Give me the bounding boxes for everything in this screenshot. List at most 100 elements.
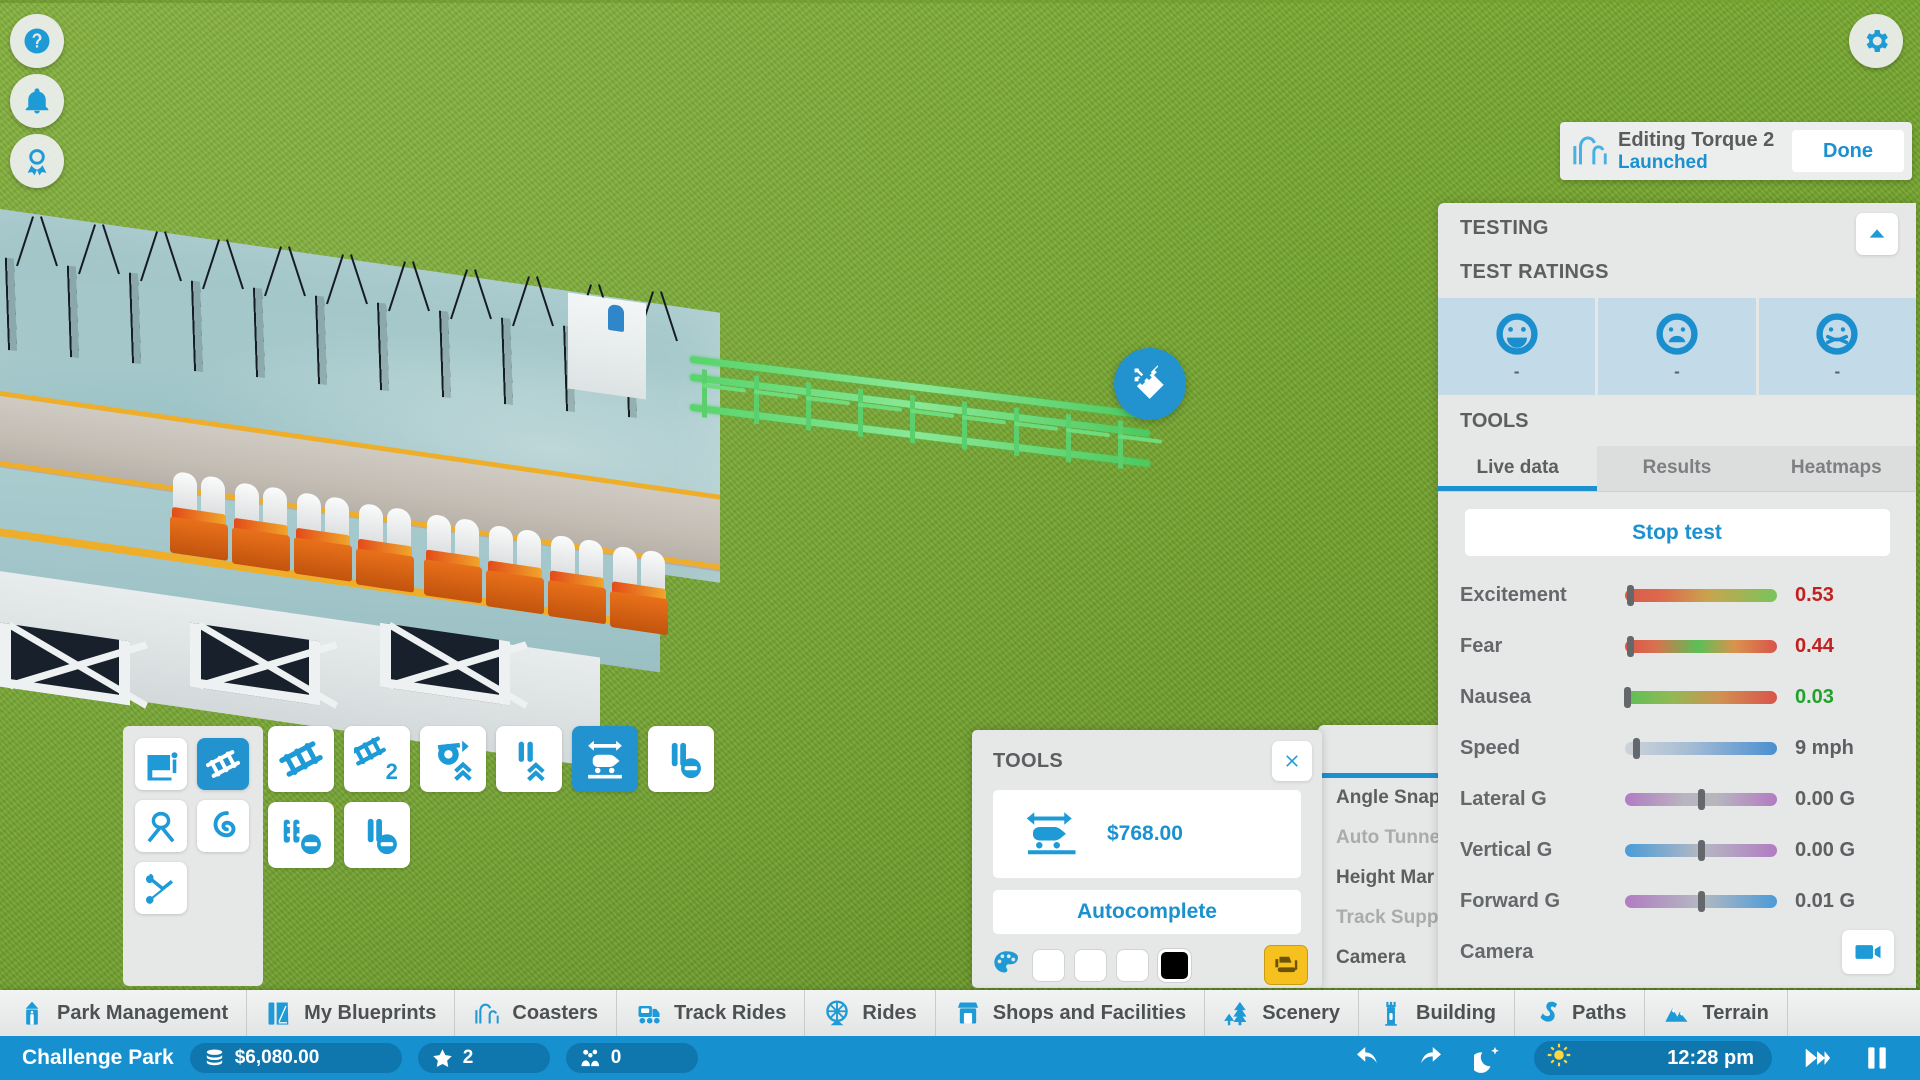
nav-coasters[interactable]: Coasters	[455, 990, 618, 1036]
smiley-nausea-icon	[1816, 312, 1858, 355]
day-night-toggle[interactable]	[1474, 1043, 1504, 1073]
station-tool[interactable]	[135, 738, 187, 790]
track-tool[interactable]	[197, 738, 249, 790]
nav-terrain[interactable]: Terrain	[1645, 990, 1788, 1036]
track-tool-palette[interactable]	[123, 726, 263, 986]
time-control[interactable]: 12:28 pm	[1534, 1041, 1772, 1075]
settings-button[interactable]	[1849, 14, 1903, 68]
nav-paths[interactable]: Paths	[1515, 990, 1646, 1036]
track-piece-2-button[interactable]: 2	[344, 726, 410, 792]
redo-icon	[1421, 1047, 1441, 1064]
status-bar[interactable]: Challenge Park $6,080.00 2 0 12:28 pm	[0, 1036, 1920, 1080]
metric-label: Speed	[1460, 737, 1521, 759]
testing-tabs[interactable]: Live data Results Heatmaps	[1438, 446, 1916, 491]
moon-star-icon	[1474, 1047, 1499, 1073]
nav-shops-and-facilities[interactable]: Shops and Facilities	[936, 990, 1206, 1036]
scissor-tool[interactable]	[135, 862, 187, 914]
color-swatch-row[interactable]	[972, 934, 1322, 985]
bulldoze-button[interactable]	[1264, 945, 1308, 985]
done-button[interactable]: Done	[1792, 130, 1904, 172]
undo-button[interactable]	[1354, 1043, 1384, 1073]
track-piece-palette[interactable]: 2	[268, 726, 928, 868]
launch-track-icon	[1026, 812, 1076, 855]
tab-live-data[interactable]: Live data	[1438, 446, 1598, 491]
brakes-minus-button[interactable]	[648, 726, 714, 792]
tab-results[interactable]: Results	[1597, 446, 1757, 491]
nav-track-rides[interactable]: Track Rides	[617, 990, 806, 1036]
station-booth	[568, 292, 646, 400]
helix-tool[interactable]	[197, 800, 249, 852]
metric-lateral-g: Lateral G 0.00 G	[1460, 774, 1894, 825]
loop-tool[interactable]	[135, 800, 187, 852]
metric-label: Excitement	[1460, 584, 1567, 606]
palette-button[interactable]	[990, 948, 1023, 983]
metric-label: Fear	[1460, 635, 1503, 657]
tabs-divider	[1438, 491, 1916, 492]
launch-track-icon	[588, 740, 622, 779]
nav-park-management[interactable]: Park Management	[0, 990, 248, 1036]
nav-scenery[interactable]: Scenery	[1205, 990, 1360, 1036]
nav-rides[interactable]: Rides	[805, 990, 936, 1036]
metric-knob	[1698, 840, 1705, 861]
park-name: Challenge Park	[22, 1046, 174, 1069]
tools-popup[interactable]: TOOLS $768.00 Autocomplete	[972, 730, 1322, 988]
award-icon	[27, 149, 47, 176]
brakes-up-button[interactable]	[496, 726, 562, 792]
color-swatch-2[interactable]	[1116, 948, 1149, 982]
train-car	[170, 470, 230, 562]
piece-price: $768.00	[1107, 822, 1183, 845]
metric-value: 9 mph	[1795, 737, 1854, 759]
guests-indicator[interactable]: 0	[565, 1043, 698, 1073]
stop-test-button[interactable]: Stop test	[1464, 509, 1890, 556]
nav-label: Track Rides	[674, 1001, 787, 1024]
help-button[interactable]	[10, 14, 64, 68]
scissor-track-icon	[146, 873, 173, 904]
train-car	[294, 491, 354, 582]
camera-button[interactable]	[1842, 930, 1894, 974]
awards-button[interactable]	[10, 134, 64, 188]
nav-label: Building	[1416, 1001, 1497, 1024]
star-icon	[432, 1048, 452, 1067]
nav-label: Park Management	[57, 1001, 229, 1024]
metric-forward-g: Forward G 0.01 G	[1460, 876, 1894, 927]
redo-button[interactable]	[1414, 1043, 1444, 1073]
nav-my-blueprints[interactable]: My Blueprints	[247, 990, 456, 1036]
rating-value: -	[1674, 361, 1680, 381]
track-piece-button[interactable]	[268, 726, 334, 792]
main-navbar[interactable]: Park Management My Blueprints Coasters Trac…	[0, 990, 1920, 1036]
selected-piece-price-card[interactable]: $768.00	[993, 790, 1301, 878]
metric-label: Forward G	[1460, 890, 1561, 912]
spinner-up-button[interactable]	[420, 726, 486, 792]
svg-text:2: 2	[386, 759, 398, 782]
live-data-metrics: Excitement 0.53 Fear 0.44 Nausea 0.03 Speed 9 m…	[1438, 570, 1916, 927]
brake-remove-button[interactable]	[268, 802, 334, 868]
brakes-remove-button[interactable]	[344, 802, 410, 868]
fast-forward-button[interactable]	[1802, 1043, 1832, 1073]
nav-building[interactable]: Building	[1359, 990, 1516, 1036]
testing-panel[interactable]: TESTING TEST RATINGS - - - TOOLS Live data…	[1438, 203, 1916, 988]
measure-badge[interactable]	[1114, 348, 1186, 420]
color-swatch-3[interactable]	[1158, 948, 1191, 982]
money-indicator[interactable]: $6,080.00	[189, 1043, 402, 1073]
metric-nausea: Nausea 0.03	[1460, 672, 1894, 723]
launch-track-post	[1118, 420, 1123, 469]
metric-bar	[1625, 891, 1777, 912]
blueprints-icon	[268, 1002, 289, 1025]
launch-track-post	[858, 388, 863, 438]
coins-icon	[206, 1048, 222, 1065]
question-icon	[24, 28, 50, 54]
metric-bar	[1625, 840, 1777, 861]
park-rating-indicator[interactable]: 2	[417, 1043, 550, 1073]
close-tools-popup-button[interactable]	[1272, 741, 1312, 781]
color-swatch-1[interactable]	[1074, 948, 1107, 982]
launch-track-button[interactable]	[572, 726, 638, 792]
pause-button[interactable]	[1862, 1043, 1892, 1073]
color-swatch-0[interactable]	[1032, 948, 1065, 982]
collapse-panel-button[interactable]	[1856, 213, 1898, 255]
notifications-button[interactable]	[10, 74, 64, 128]
tab-heatmaps[interactable]: Heatmaps	[1756, 446, 1916, 491]
station-operator	[608, 303, 624, 333]
track-piece-2-icon: 2	[354, 736, 398, 782]
track-piece-icon	[205, 750, 241, 778]
autocomplete-button[interactable]: Autocomplete	[993, 890, 1301, 934]
